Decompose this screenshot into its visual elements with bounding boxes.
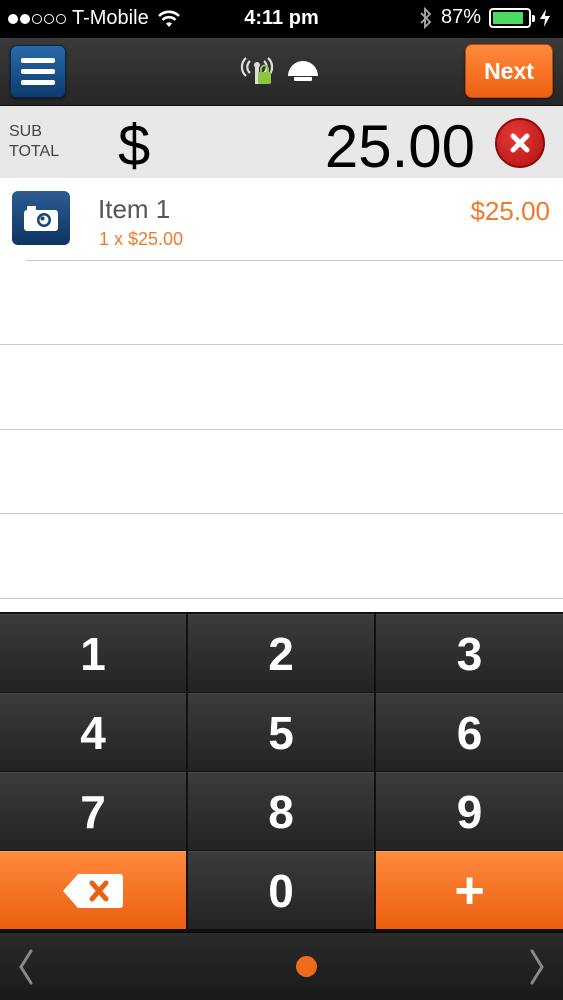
currency-symbol: $: [118, 113, 151, 178]
divider: [0, 513, 563, 514]
page-indicator: [296, 956, 317, 977]
subtotal-bar: SUB TOTAL $ 25.00: [0, 106, 563, 180]
divider: [0, 598, 563, 599]
clear-button[interactable]: [495, 118, 545, 168]
key-7[interactable]: 7: [0, 772, 186, 850]
status-bar: T-Mobile 4:11 pm 87%: [0, 0, 563, 38]
chevron-left-icon[interactable]: [16, 947, 36, 987]
key-4[interactable]: 4: [0, 693, 186, 771]
battery-percent: 87%: [440, 6, 481, 28]
subtotal-label-line2: TOTAL: [9, 143, 60, 160]
status-right: 87%: [419, 6, 551, 29]
key-2[interactable]: 2: [188, 614, 374, 692]
next-button[interactable]: Next: [465, 44, 553, 98]
item-quantity: 1 x $25.00: [99, 229, 184, 249]
subtotal-amount: 25.00: [324, 113, 475, 180]
keypad: 1 2 3 4 5 6 7 8 9 0 +: [0, 612, 563, 932]
bluetooth-icon: [420, 6, 432, 29]
add-item-button[interactable]: +: [376, 851, 563, 929]
item-thumbnail: [12, 191, 70, 245]
key-6[interactable]: 6: [376, 693, 563, 771]
key-8[interactable]: 8: [188, 772, 374, 850]
key-5[interactable]: 5: [188, 693, 374, 771]
list-item[interactable]: Item 1 1 x $25.00 $25.00: [0, 178, 563, 262]
subtotal-label: SUB TOTAL: [9, 122, 79, 162]
item-price: $25.00: [470, 196, 550, 226]
nav-bar: Next: [0, 38, 563, 106]
chevron-right-icon[interactable]: [527, 947, 547, 987]
divider: [0, 429, 563, 430]
card-reader-icon: [288, 61, 318, 81]
menu-icon: [21, 58, 55, 63]
divider: [0, 344, 563, 345]
key-9[interactable]: 9: [376, 772, 563, 850]
charging-icon: [540, 8, 550, 27]
subtotal-label-line1: SUB: [9, 123, 42, 140]
close-icon: [510, 133, 530, 153]
battery-icon: [489, 7, 535, 28]
device-status-icons: [238, 52, 320, 86]
key-0[interactable]: 0: [188, 851, 374, 929]
divider: [26, 260, 563, 261]
pager-bar: [0, 932, 563, 1000]
key-3[interactable]: 3: [376, 614, 563, 692]
item-list[interactable]: Item 1 1 x $25.00 $25.00: [0, 178, 563, 612]
backspace-icon: [63, 873, 123, 908]
backspace-button[interactable]: [0, 851, 186, 929]
key-1[interactable]: 1: [0, 614, 186, 692]
menu-button[interactable]: [10, 45, 66, 98]
wireless-lock-icon: [240, 57, 274, 84]
camera-icon: [24, 206, 58, 231]
item-name: Item 1: [98, 194, 171, 224]
